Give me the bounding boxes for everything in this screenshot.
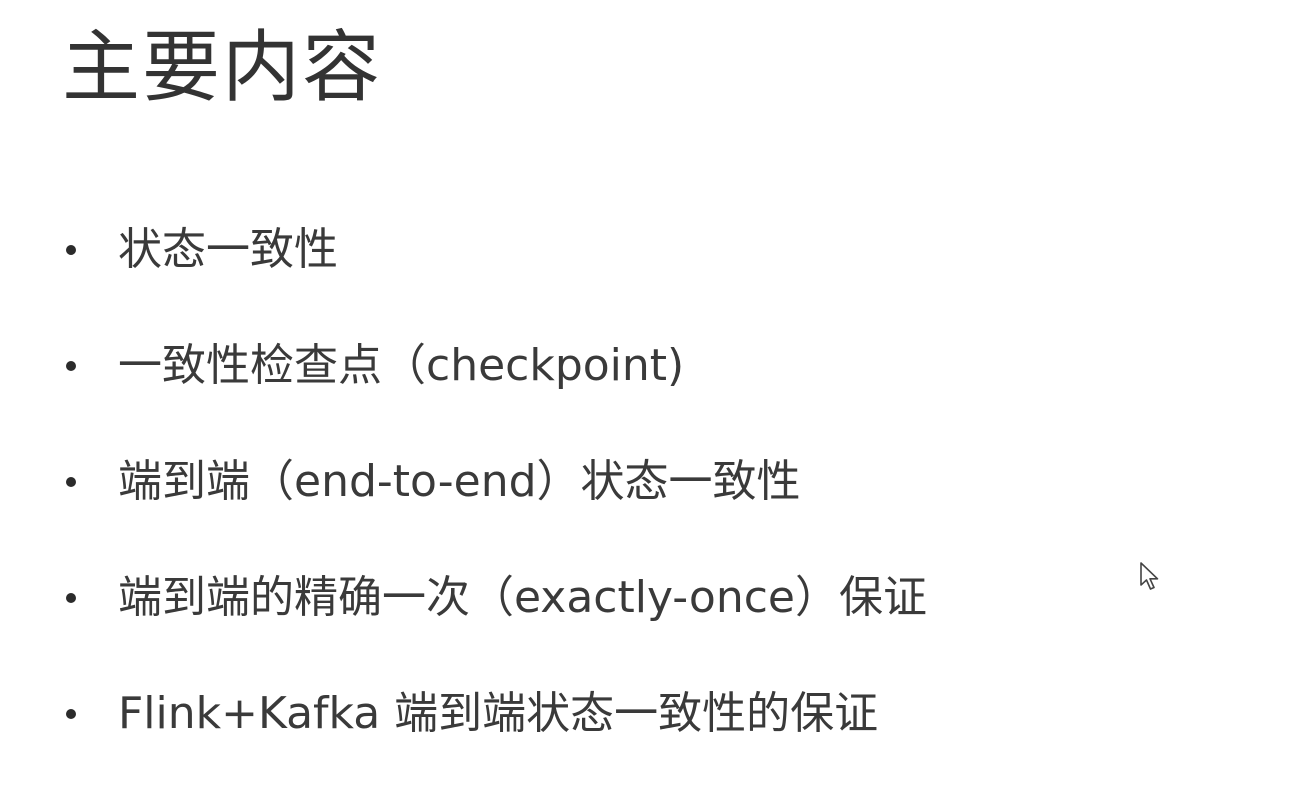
bullet-text: 一致性检查点（checkpoint) bbox=[118, 340, 685, 391]
slide-title: 主要内容 bbox=[62, 23, 383, 113]
bullet-dot-icon bbox=[66, 477, 76, 487]
bullet-text: 端到端的精确一次（exactly-once）保证 bbox=[118, 572, 927, 623]
bullet-list: 状态一致性 一致性检查点（checkpoint) 端到端（end-to-end）… bbox=[62, 215, 927, 795]
bullet-text: 端到端（end-to-end）状态一致性 bbox=[118, 456, 801, 507]
slide: 主要内容 状态一致性 一致性检查点（checkpoint) 端到端（end-to… bbox=[0, 0, 1315, 810]
bullet-item: Flink+Kafka 端到端状态一致性的保证 bbox=[62, 679, 927, 749]
bullet-item: 一致性检查点（checkpoint) bbox=[62, 331, 927, 401]
bullet-dot-icon bbox=[66, 245, 76, 255]
bullet-dot-icon bbox=[66, 361, 76, 371]
bullet-text: Flink+Kafka 端到端状态一致性的保证 bbox=[118, 688, 879, 739]
bullet-item: 端到端（end-to-end）状态一致性 bbox=[62, 447, 927, 517]
bullet-text: 状态一致性 bbox=[118, 224, 338, 275]
bullet-dot-icon bbox=[66, 709, 76, 719]
mouse-pointer-icon bbox=[1140, 562, 1159, 590]
bullet-item: 状态一致性 bbox=[62, 215, 927, 285]
bullet-item: 端到端的精确一次（exactly-once）保证 bbox=[62, 563, 927, 633]
bullet-dot-icon bbox=[66, 593, 76, 603]
